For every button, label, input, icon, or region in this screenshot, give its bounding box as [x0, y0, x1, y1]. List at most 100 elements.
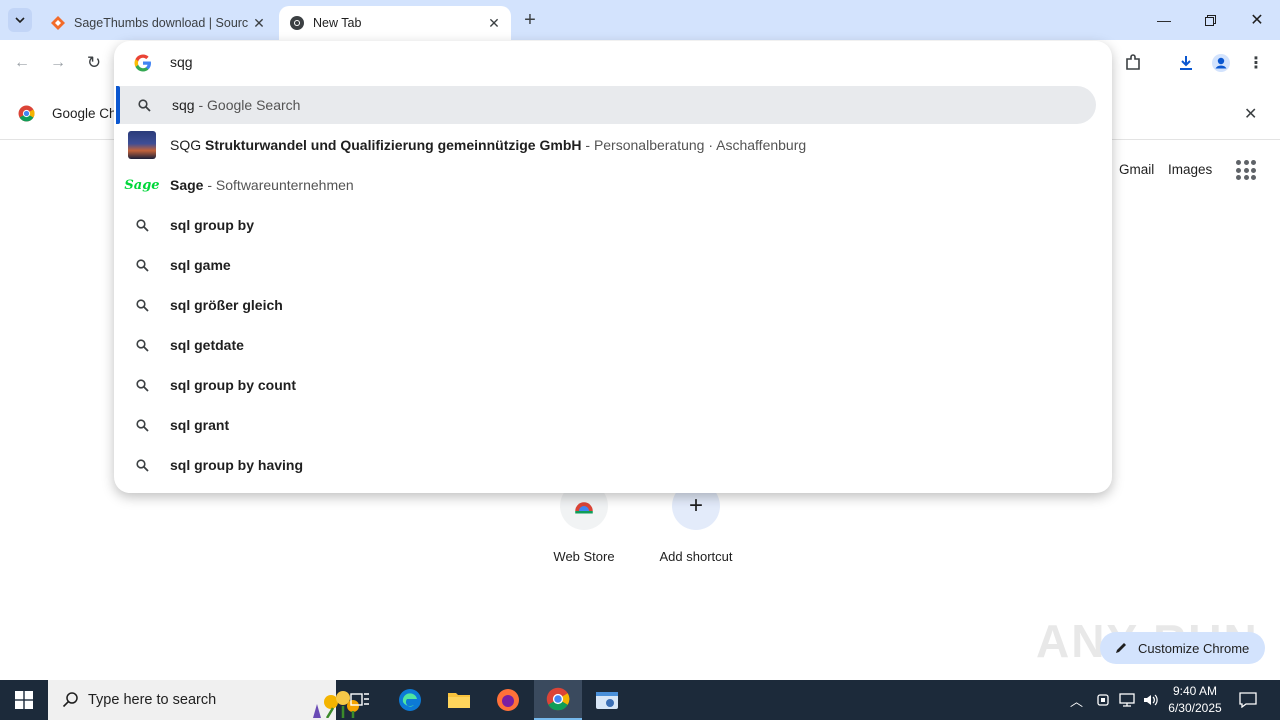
shortcut-web-store[interactable]: Web Store — [534, 482, 634, 564]
suggestion-text: sql group by — [170, 217, 254, 233]
notifications-button[interactable] — [1239, 680, 1257, 720]
suggestion-item[interactable]: sqg - Google Search — [116, 86, 1096, 124]
close-icon[interactable]: ✕ — [1244, 104, 1257, 124]
profile-button[interactable] — [1209, 51, 1233, 75]
chrome-icon — [289, 15, 305, 31]
reload-icon: ↻ — [86, 53, 102, 72]
clock-time: 9:40 AM — [1172, 684, 1218, 698]
forward-arrow-icon: → — [50, 54, 66, 71]
avatar-icon — [1212, 54, 1230, 72]
close-icon[interactable]: ✕ — [485, 14, 503, 32]
shortcut-add[interactable]: + Add shortcut — [646, 482, 746, 564]
google-apps-icon[interactable] — [1236, 160, 1256, 180]
taskbar-search-box[interactable]: Type here to search — [48, 680, 359, 720]
task-view-icon — [350, 693, 369, 706]
google-g-icon — [134, 54, 151, 72]
plus-icon: + — [688, 492, 703, 519]
search-icon — [114, 458, 170, 472]
search-placeholder: Type here to search — [88, 692, 217, 708]
minimize-icon: — — [1157, 12, 1171, 28]
shortcut-label: Add shortcut — [659, 549, 733, 564]
folder-icon — [448, 693, 470, 708]
suggestion-item[interactable]: sql group by count — [114, 365, 1112, 405]
omnibox-input[interactable] — [170, 51, 1070, 73]
customize-chrome-button[interactable]: Customize Chrome — [1100, 632, 1265, 664]
close-window-button[interactable]: ✕ — [1234, 0, 1280, 40]
taskbar: Type here to search ︿ 9:40 AM 6/30/2025 — [0, 680, 1280, 720]
minimize-button[interactable]: — — [1141, 0, 1187, 40]
info-bar-text: Google Ch — [52, 106, 117, 121]
show-hidden-icons[interactable]: ︿ — [1070, 680, 1083, 720]
tab-new-tab[interactable]: New Tab ✕ — [279, 6, 511, 40]
customize-label: Customize Chrome — [1138, 640, 1250, 656]
close-icon[interactable]: ✕ — [250, 14, 268, 32]
close-icon: ✕ — [1250, 12, 1264, 29]
suggestion-item[interactable]: sql getdate — [114, 325, 1112, 365]
restore-icon — [1204, 14, 1216, 26]
edge-taskbar-icon[interactable] — [386, 680, 434, 720]
suggestion-text: sql größer gleich — [170, 297, 283, 313]
chrome-logo-icon — [18, 105, 35, 122]
tab-sagethumbs[interactable]: SageThumbs download | Sourc ✕ — [40, 6, 276, 40]
reload-button[interactable]: ↻ — [82, 51, 106, 75]
gmail-link[interactable]: Gmail — [1119, 162, 1154, 177]
device-icon — [1097, 694, 1109, 706]
file-explorer-taskbar-icon[interactable] — [435, 680, 483, 720]
tab-strip: SageThumbs download | Sourc ✕ New Tab ✕ … — [0, 0, 1280, 40]
clock[interactable]: 9:40 AM 6/30/2025 — [1164, 683, 1226, 717]
search-icon — [114, 418, 170, 432]
suggestion-item[interactable]: sql group by having — [114, 445, 1112, 485]
selection-indicator — [116, 86, 120, 124]
menu-button[interactable]: ⋮ — [1244, 51, 1268, 75]
forward-button[interactable]: → — [46, 51, 70, 75]
extensions-button[interactable] — [1121, 51, 1145, 75]
download-icon — [1180, 56, 1192, 70]
tray-network[interactable] — [1119, 680, 1135, 720]
back-button[interactable]: ← — [10, 51, 34, 75]
downloads-button[interactable] — [1174, 51, 1198, 75]
volume-icon — [1144, 694, 1158, 706]
chevron-up-icon: ︿ — [1070, 693, 1084, 709]
suggestion-item[interactable]: Sage Sage - Softwareunternehmen — [114, 165, 1112, 205]
suggestion-item[interactable]: sql group by — [114, 205, 1112, 245]
windows-logo-icon — [15, 691, 33, 709]
tab-title: New Tab — [313, 16, 362, 30]
images-link[interactable]: Images — [1168, 162, 1212, 177]
firefox-taskbar-icon[interactable] — [484, 680, 532, 720]
pencil-icon — [1116, 643, 1126, 653]
new-tab-button[interactable]: + — [518, 8, 542, 32]
app-icon — [596, 692, 618, 709]
plus-icon: + — [524, 8, 536, 31]
suggestion-text: sql game — [170, 257, 231, 273]
more-vert-icon: ⋮ — [1248, 55, 1264, 72]
suggestion-text: sql group by having — [170, 457, 304, 473]
suggestion-text: sql group by count — [170, 377, 296, 393]
chrome-icon — [546, 687, 570, 711]
search-icon — [62, 692, 78, 708]
suggestion-item[interactable]: sql game — [114, 245, 1112, 285]
notification-icon — [1239, 692, 1257, 708]
suggestion-item[interactable]: SQG Strukturwandel und Qualifizierung ge… — [114, 125, 1112, 165]
task-view-button[interactable] — [336, 680, 384, 720]
suggestion-text: Sage - Softwareunternehmen — [170, 177, 354, 193]
sage-logo: Sage — [124, 177, 160, 193]
omnibox-popup: sqg - Google Search SQG Strukturwandel u… — [114, 41, 1112, 493]
restore-button[interactable] — [1187, 0, 1233, 40]
start-button[interactable] — [0, 680, 48, 720]
suggestion-item[interactable]: sql größer gleich — [114, 285, 1112, 325]
search-icon — [114, 298, 170, 312]
tray-device[interactable] — [1096, 680, 1110, 720]
suggestion-item[interactable]: sql grant — [114, 405, 1112, 445]
tray-volume[interactable] — [1143, 680, 1159, 720]
chrome-taskbar-icon[interactable] — [534, 680, 582, 720]
network-icon — [1119, 693, 1135, 707]
suggestion-text: sql getdate — [170, 337, 244, 353]
app-taskbar-icon[interactable] — [583, 680, 631, 720]
clock-date: 6/30/2025 — [1168, 701, 1222, 715]
omnibox-input-row — [114, 41, 1112, 83]
tab-search-button[interactable] — [8, 8, 32, 32]
suggestion-text: sql grant — [170, 417, 230, 433]
search-icon — [114, 218, 170, 232]
edge-icon — [399, 689, 421, 711]
suggestion-text: sqg - Google Search — [172, 97, 301, 113]
